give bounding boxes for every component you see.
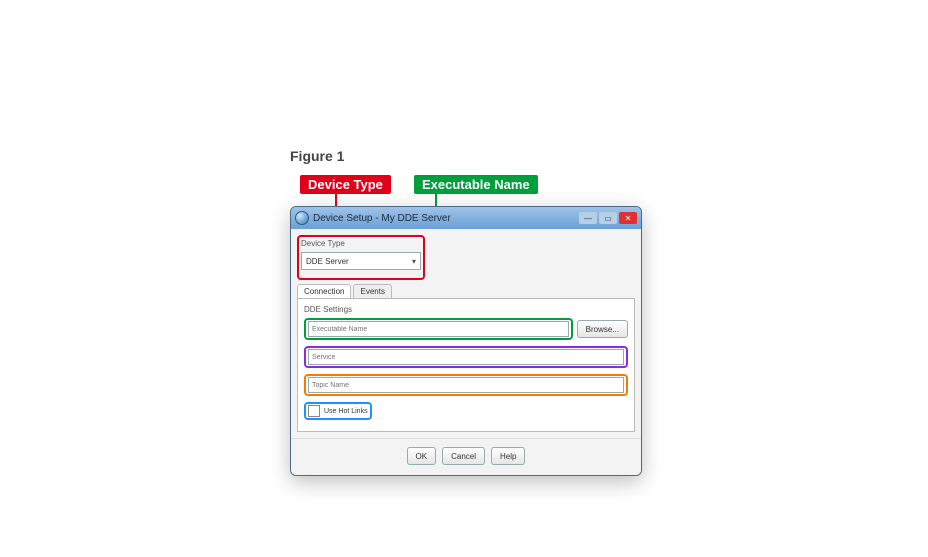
device-type-highlight: Device Type DDE Server ▾: [297, 235, 425, 280]
device-setup-window: Device Setup - My DDE Server — ▭ ✕ Devic…: [290, 206, 642, 476]
use-hot-links-highlight: Use Hot Links: [304, 402, 372, 420]
topic-name-input[interactable]: [308, 377, 624, 393]
ok-button[interactable]: OK: [407, 447, 437, 465]
service-input[interactable]: [308, 349, 624, 365]
dde-settings-label: DDE Settings: [304, 305, 628, 314]
executable-name-input[interactable]: [308, 321, 569, 337]
window-controls: — ▭ ✕: [579, 212, 637, 224]
connection-panel: DDE Settings Browse...: [297, 298, 635, 432]
maximize-button[interactable]: ▭: [599, 212, 617, 224]
help-button[interactable]: Help: [491, 447, 525, 465]
minimize-button[interactable]: —: [579, 212, 597, 224]
window-title: Device Setup - My DDE Server: [313, 213, 451, 224]
app-icon: [295, 211, 309, 225]
callout-executable-name: Executable Name: [414, 175, 538, 194]
tab-events[interactable]: Events: [353, 284, 391, 298]
service-highlight: [304, 346, 628, 368]
figure-title: Figure 1: [290, 148, 344, 164]
chevron-down-icon: ▾: [412, 257, 416, 266]
cancel-button[interactable]: Cancel: [442, 447, 485, 465]
executable-name-highlight: [304, 318, 573, 340]
use-hot-links-checkbox[interactable]: [308, 405, 320, 417]
device-type-label: Device Type: [301, 239, 421, 248]
tabs: Connection Events: [297, 284, 635, 298]
dialog-buttons: OK Cancel Help: [291, 438, 641, 475]
device-type-select[interactable]: DDE Server ▾: [301, 252, 421, 270]
topic-name-highlight: [304, 374, 628, 396]
close-button[interactable]: ✕: [619, 212, 637, 224]
tab-connection[interactable]: Connection: [297, 284, 351, 298]
browse-button[interactable]: Browse...: [577, 320, 628, 338]
device-type-value: DDE Server: [306, 257, 349, 266]
callout-device-type: Device Type: [300, 175, 391, 194]
window-titlebar: Device Setup - My DDE Server — ▭ ✕: [291, 207, 641, 229]
window-body: Device Type DDE Server ▾ Connection Even…: [291, 229, 641, 438]
use-hot-links-label: Use Hot Links: [324, 408, 368, 415]
page: Figure 1 Device Type Executable Name Ser…: [0, 0, 928, 557]
